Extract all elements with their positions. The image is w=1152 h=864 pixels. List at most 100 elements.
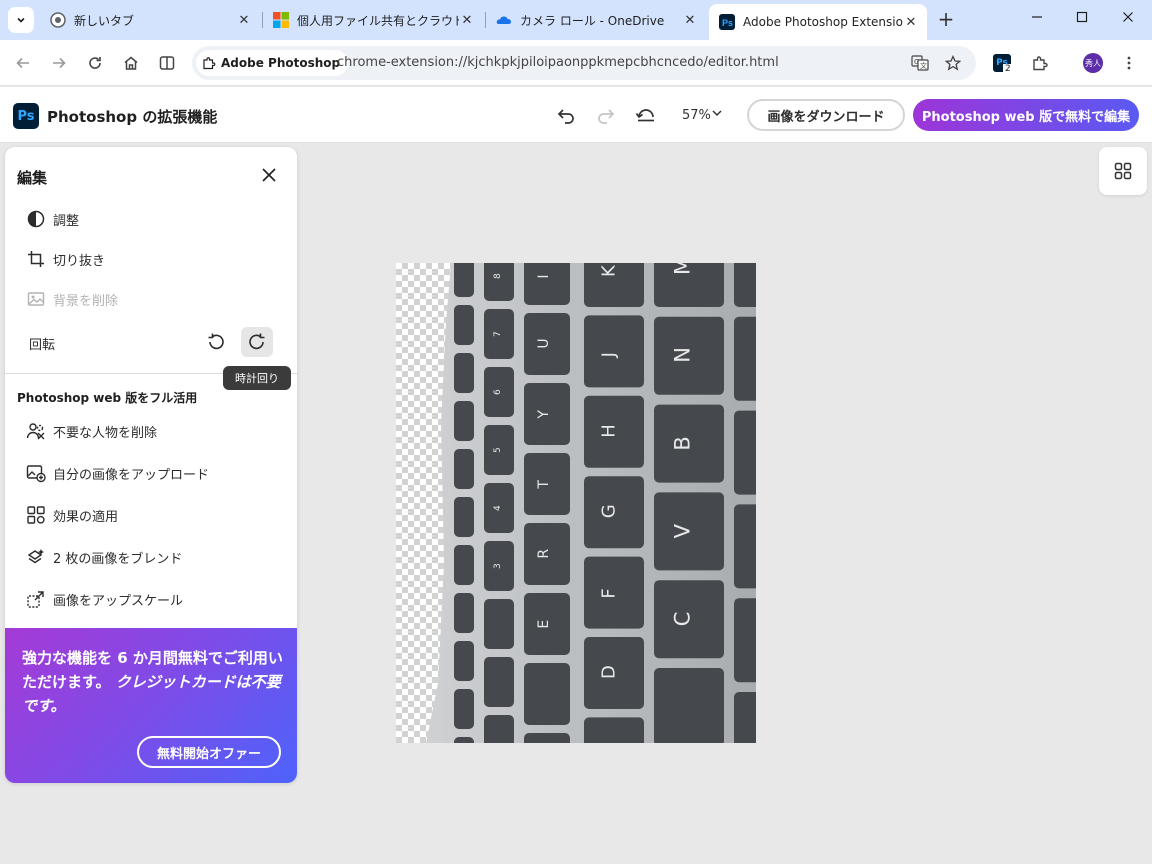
extension-badge: 2 (1003, 64, 1013, 74)
rotate-label: 回転 (29, 338, 56, 353)
remove-people-item[interactable]: 不要な人物を削除 (25, 419, 157, 443)
keyboard-key (454, 641, 474, 681)
tab-search-button[interactable] (8, 7, 34, 33)
onedrive-icon (496, 12, 512, 28)
close-icon[interactable]: ✕ (459, 13, 475, 28)
download-image-button[interactable]: 画像をダウンロード (747, 99, 905, 131)
remove-people-label: 不要な人物を削除 (53, 425, 158, 441)
upload-image-item[interactable]: 自分の画像をアップロード (25, 461, 209, 485)
home-button[interactable] (119, 51, 143, 75)
photoshop-icon: Ps (719, 14, 735, 30)
key-label: 4 (493, 505, 503, 511)
close-panel-button[interactable] (259, 165, 279, 185)
maximize-button[interactable] (1071, 8, 1093, 30)
upscale-icon (25, 588, 47, 610)
chevron-down-icon[interactable] (711, 107, 723, 122)
tab-strip: 新しいタブ ✕ 個人用ファイル共有とクラウド ス ✕ カメラ ロール - One… (0, 0, 1152, 40)
adjust-menu-item[interactable]: 調整 (25, 207, 79, 231)
browser-menu-button[interactable] (1117, 51, 1141, 75)
close-window-button[interactable] (1117, 8, 1139, 30)
key-label: 8 (493, 273, 503, 279)
close-icon[interactable]: ✕ (236, 13, 252, 28)
canvas-image[interactable]: 8 7 6 5 4 3 I U Y T R E K J H G F D M N B V C (396, 263, 756, 743)
crop-icon (25, 248, 47, 270)
edit-in-photoshop-web-button[interactable]: Photoshop web 版で無料で編集 (913, 99, 1139, 131)
close-icon[interactable]: ✕ (903, 15, 919, 30)
bookmark-star-icon[interactable] (944, 54, 962, 72)
app-header: Ps Photoshop の拡張機能 57% 画像をダウンロード Photosh… (0, 87, 1152, 143)
rotate-clockwise-button[interactable] (241, 327, 273, 357)
upload-image-icon (25, 462, 47, 484)
keyboard-key (584, 315, 644, 388)
keyboard-key (524, 263, 570, 305)
reload-button[interactable] (83, 51, 107, 75)
key-label: 6 (493, 389, 503, 395)
crop-menu-item[interactable]: 切り抜き (25, 247, 105, 271)
rotate-left-icon (208, 333, 224, 350)
site-info-chip[interactable]: Adobe Photoshop (196, 50, 349, 76)
site-chip-label: Adobe Photoshop (221, 56, 341, 70)
profile-avatar[interactable]: 秀人 (1083, 53, 1103, 73)
key-label: Y (536, 410, 552, 420)
key-label: C (670, 612, 694, 627)
keyboard-key (454, 353, 474, 393)
keyboard-key (734, 410, 756, 495)
home-icon (124, 56, 138, 70)
puzzle-icon (1033, 56, 1048, 71)
key-label: M (670, 263, 694, 275)
tab-file-share[interactable]: 個人用ファイル共有とクラウド ス ✕ (263, 5, 483, 35)
tab-photoshop-extension[interactable]: Ps Adobe Photoshop Extension ✕ (709, 4, 927, 40)
key-label: H (599, 424, 620, 438)
minimize-button[interactable] (1026, 8, 1048, 30)
arrow-right-icon (53, 57, 66, 69)
url-text: chrome-extension://kjchkpkjpiloipaonppkm… (337, 55, 779, 70)
chrome-icon (50, 12, 66, 28)
upscale-image-item[interactable]: 画像をアップスケール (25, 587, 183, 611)
remove-people-icon (25, 420, 47, 442)
apps-grid-button[interactable] (1099, 147, 1147, 195)
free-trial-offer-button[interactable]: 無料開始オファー (137, 736, 281, 768)
translate-icon[interactable]: G文 (911, 54, 929, 72)
keyboard-key (584, 717, 644, 743)
blend-images-item[interactable]: 2 枚の画像をブレンド (25, 545, 182, 569)
redo-button[interactable] (594, 103, 618, 127)
keyboard-key (454, 305, 474, 345)
key-label: 5 (493, 447, 503, 453)
address-bar[interactable]: Adobe Photoshop chrome-extension://kjchk… (192, 46, 976, 80)
new-tab-button[interactable]: + (935, 8, 957, 30)
keyboard-key (484, 599, 514, 649)
undo-button[interactable] (554, 103, 578, 127)
tab-title: 新しいタブ (74, 13, 135, 28)
close-icon (1123, 12, 1133, 22)
remove-background-menu-item[interactable]: 背景を削除 (25, 287, 118, 311)
revert-button[interactable] (634, 103, 658, 127)
effects-icon (25, 504, 47, 526)
keyboard-key (454, 593, 474, 633)
adjust-label: 調整 (53, 213, 80, 229)
undo-icon (557, 109, 574, 124)
tab-onedrive[interactable]: カメラ ロール - OneDrive ✕ (486, 5, 706, 35)
side-panel-button[interactable] (155, 51, 179, 75)
tab-title: カメラ ロール - OneDrive (520, 13, 665, 28)
keyboard-key (454, 545, 474, 585)
forward-button[interactable] (47, 51, 71, 75)
browser-toolbar: Adobe Photoshop chrome-extension://kjchk… (0, 40, 1152, 86)
key-label: V (670, 523, 694, 538)
extensions-button[interactable] (1028, 51, 1052, 75)
close-icon[interactable]: ✕ (682, 13, 698, 28)
remove-background-label: 背景を削除 (53, 293, 119, 309)
back-button[interactable] (11, 51, 35, 75)
keyboard-key (524, 733, 570, 743)
microsoft-icon (273, 12, 289, 28)
promo-banner: 強力な機能を 6 か月間無料でご利用いただけます。 クレジットカードは不要です。… (5, 628, 297, 783)
keyboard-key (454, 737, 474, 743)
rotate-right-icon (249, 333, 265, 350)
zoom-level[interactable]: 57% (682, 108, 711, 123)
keyboard-key (654, 668, 724, 743)
rotate-counterclockwise-button[interactable] (200, 327, 232, 357)
tab-new-tab[interactable]: 新しいタブ ✕ (40, 5, 260, 35)
upload-image-label: 自分の画像をアップロード (53, 467, 210, 483)
key-label: J (599, 352, 620, 358)
keyboard-key (454, 401, 474, 441)
apply-effects-item[interactable]: 効果の適用 (25, 503, 118, 527)
